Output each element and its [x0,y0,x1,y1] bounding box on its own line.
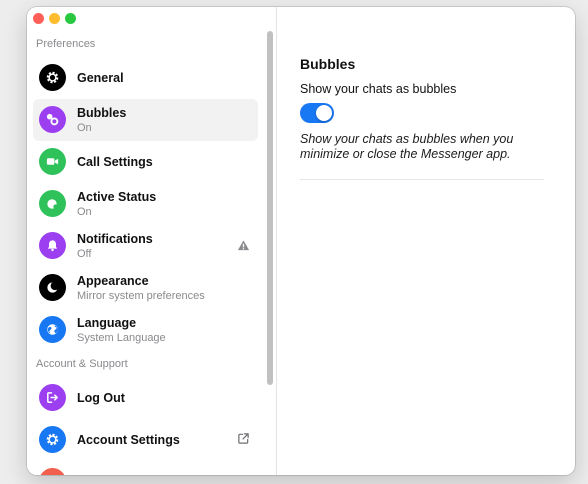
sidebar-item-label: Account Settings [77,433,180,447]
setting-description: Show your chats as bubbles when you mini… [300,132,514,161]
sidebar-item-general[interactable]: General [33,57,258,99]
sidebar-item-active-status[interactable]: Active Status On [33,183,258,225]
sidebar-item-log-out[interactable]: Log Out [33,377,258,419]
sidebar-item-label: General [77,71,124,85]
sidebar-item-status: On [77,206,92,218]
close-window-button[interactable] [33,13,44,24]
traffic-lights [33,13,76,24]
moon-icon [39,274,66,301]
divider [300,179,544,180]
zoom-window-button[interactable] [65,13,76,24]
sidebar: Preferences General Bubbles On Call Sett… [27,7,277,475]
sidebar-item-notifications[interactable]: Notifications Off [33,225,258,267]
globe-icon [39,316,66,343]
gear-icon [39,64,66,91]
page-title: Bubbles [300,56,356,72]
sidebar-item-bubbles[interactable]: Bubbles On [33,99,258,141]
sidebar-item-status: Off [77,248,92,260]
sidebar-item-status: Mirror system preferences [77,290,205,302]
sidebar-item-account-settings[interactable]: Account Settings [33,419,258,461]
external-link-icon[interactable] [237,432,250,445]
logout-icon [39,384,66,411]
toggle-knob [316,105,332,121]
sidebar-item-status: System Language [77,332,166,344]
minimize-window-button[interactable] [49,13,60,24]
warning-icon [237,239,250,252]
help-icon [39,468,66,475]
preferences-window: Preferences General Bubbles On Call Sett… [27,7,575,475]
setting-label: Show your chats as bubbles [300,82,457,96]
bubbles-icon [39,106,66,133]
bell-icon [39,232,66,259]
sidebar-item-status: On [77,122,92,134]
sidebar-item-label: Log Out [77,391,125,405]
section-label-preferences: Preferences [36,38,96,50]
sidebar-item-label: Call Settings [77,155,153,169]
sidebar-item-call-settings[interactable]: Call Settings [33,141,258,183]
gear-icon [39,426,66,453]
sidebar-scrollbar-thumb[interactable] [267,31,273,385]
sidebar-item-label: Active Status [77,190,157,204]
active-status-icon [39,190,66,217]
sidebar-item-appearance[interactable]: Appearance Mirror system preferences [33,267,258,309]
bubbles-toggle[interactable] [300,103,334,123]
sidebar-item-label: Appearance [77,274,149,288]
section-label-account-support: Account & Support [36,358,128,370]
settings-panel: Bubbles Show your chats as bubbles Show … [277,7,575,475]
sidebar-item-label: Language [77,316,137,330]
sidebar-item-partial[interactable] [33,461,258,475]
sidebar-item-language[interactable]: Language System Language [33,309,258,351]
sidebar-item-label: Notifications [77,232,153,246]
video-camera-icon [39,148,66,175]
sidebar-item-label: Bubbles [77,106,127,120]
